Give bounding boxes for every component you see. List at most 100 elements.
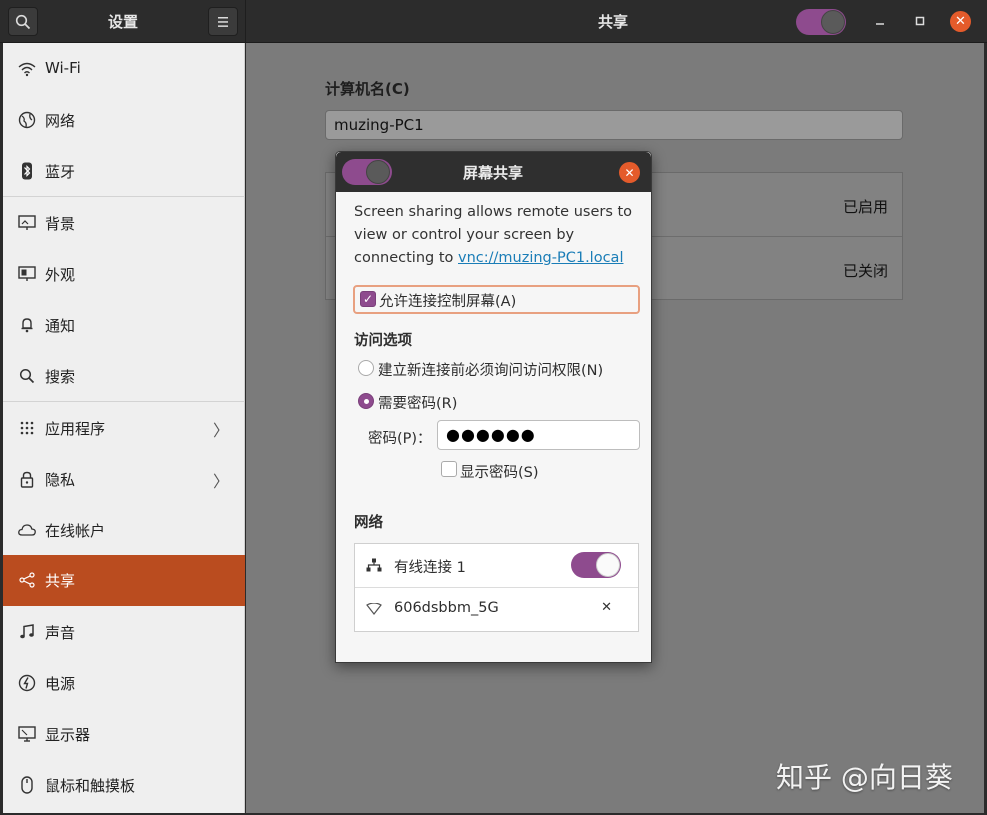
close-icon: ✕ [955,14,966,29]
maximize-button[interactable] [910,11,930,31]
search-icon [15,14,31,29]
minimize-button[interactable] [870,11,890,31]
network-list: 有线连接 1 606dsbbm_5G ✕ [354,543,639,632]
toggle-knob [366,160,390,184]
power-icon [17,673,37,693]
sidebar-item-label: 声音 [45,624,76,642]
sidebar-item-background[interactable]: 背景 [3,198,245,249]
sidebar-item-label: 背景 [45,215,76,233]
vnc-address-link[interactable]: vnc://muzing-PC1.local [458,250,623,266]
close-icon: ✕ [624,165,635,180]
sidebar-item-notifications[interactable]: 通知 [3,300,245,351]
sidebar-item-search[interactable]: 搜索 [3,351,245,402]
display-icon [17,724,37,744]
sidebar-item-label: 在线帐户 [45,522,106,540]
sidebar-item-label: 通知 [45,317,76,335]
window-close-button[interactable]: ✕ [950,11,971,32]
network-row-wifi[interactable]: 606dsbbm_5G ✕ [355,587,638,630]
close-icon: ✕ [601,600,612,615]
allow-control-option[interactable]: ✓ 允许连接控制屏幕(A) [353,285,640,314]
wired-network-icon [365,556,383,574]
bell-icon [17,315,37,335]
dialog-title: 屏幕共享 [463,164,524,182]
network-label: 有线连接 1 [394,560,466,576]
sidebar-item-appearance[interactable]: 外观 [3,249,245,300]
sidebar-item-sharing[interactable]: 共享 [3,555,245,606]
dialog-header: 屏幕共享 ✕ [336,152,651,192]
sidebar-item-label: 共享 [45,572,76,590]
screen-sharing-toggle[interactable] [342,159,392,185]
sidebar-item-label: 显示器 [45,726,91,744]
network-row-wired[interactable]: 有线连接 1 [355,544,638,587]
lock-icon [17,469,37,489]
sidebar-item-power[interactable]: 电源 [3,658,245,709]
background-icon [17,213,37,233]
settings-sidebar: Wi-Fi 网络 蓝牙 背景 外观 通知 搜索 应用程序 〉 隐私 〉 在线帐户… [3,43,245,813]
music-note-icon [17,622,37,642]
show-password-label: 显示密码(S) [460,465,539,481]
sidebar-item-label: 电源 [45,675,76,693]
sidebar-item-label: 网络 [45,112,76,130]
sidebar-item-label: 隐私 [45,471,76,489]
header-bar: 设置 共享 ✕ [0,0,987,43]
search-icon [17,366,37,386]
header-divider [245,0,246,43]
wifi-signal-icon [365,600,383,618]
allow-control-checkbox[interactable]: ✓ [360,291,376,307]
wired-network-toggle[interactable] [571,552,621,578]
access-options-heading: 访问选项 [354,333,412,349]
cloud-icon [17,520,37,540]
screen-sharing-dialog: 屏幕共享 ✕ Screen sharing allows remote user… [335,151,652,663]
dialog-close-button[interactable]: ✕ [619,162,640,183]
sidebar-item-label: 应用程序 [45,420,106,438]
ask-access-label: 建立新连接前必须询问访问权限(N) [378,363,604,379]
sidebar-item-sound[interactable]: 声音 [3,607,245,658]
screen-sharing-description: Screen sharing allows remote users to vi… [354,201,639,270]
password-field[interactable]: ●●●●●● [437,420,640,450]
menu-button[interactable] [208,7,238,36]
status-badge: 已关闭 [842,262,888,280]
mouse-icon [17,775,37,795]
network-label: 606dsbbm_5G [394,600,499,616]
checkmark-icon: ✓ [362,292,374,306]
sidebar-item-online-accounts[interactable]: 在线帐户 [3,505,245,556]
sidebar-divider [3,401,245,402]
sidebar-item-label: 鼠标和触摸板 [45,777,136,795]
computer-name-label: 计算机名(C) [325,80,410,98]
appearance-icon [17,264,37,284]
sidebar-item-label: 搜索 [45,368,76,386]
sidebar-title: 设置 [108,13,139,31]
sidebar-item-bluetooth[interactable]: 蓝牙 [3,146,245,197]
require-password-radio[interactable] [358,393,374,409]
sidebar-divider [3,196,245,197]
show-password-checkbox[interactable] [441,461,457,477]
sidebar-item-network[interactable]: 网络 [3,95,245,146]
sidebar-item-displays[interactable]: 显示器 [3,709,245,760]
network-globe-icon [17,110,37,130]
sidebar-item-label: Wi-Fi [45,59,81,77]
require-password-label: 需要密码(R) [378,396,458,412]
allow-control-label: 允许连接控制屏幕(A) [379,294,517,310]
password-label: 密码(P)： [368,431,432,447]
ask-access-radio[interactable] [358,360,374,376]
status-badge: 已启用 [842,198,888,216]
apps-grid-icon [17,418,37,438]
sidebar-item-privacy[interactable]: 隐私 〉 [3,454,245,505]
remove-network-button[interactable]: ✕ [601,600,612,615]
minimize-icon [876,23,884,25]
network-heading: 网络 [354,515,383,531]
toggle-knob [596,553,620,577]
sidebar-item-applications[interactable]: 应用程序 〉 [3,403,245,454]
wifi-icon [17,59,37,79]
watermark: 知乎 @向日葵 [776,761,953,794]
computer-name-field[interactable]: muzing-PC1 [325,110,903,140]
sidebar-item-label: 蓝牙 [45,163,76,181]
hamburger-menu-icon [218,16,228,27]
chevron-right-icon: 〉 [212,421,229,440]
sharing-master-toggle[interactable] [796,9,846,35]
sidebar-item-mouse-touchpad[interactable]: 鼠标和触摸板 [3,760,245,811]
sidebar-item-wifi[interactable]: Wi-Fi [3,44,245,95]
toggle-knob [821,10,845,34]
maximize-icon [915,16,925,26]
search-button[interactable] [8,7,38,36]
